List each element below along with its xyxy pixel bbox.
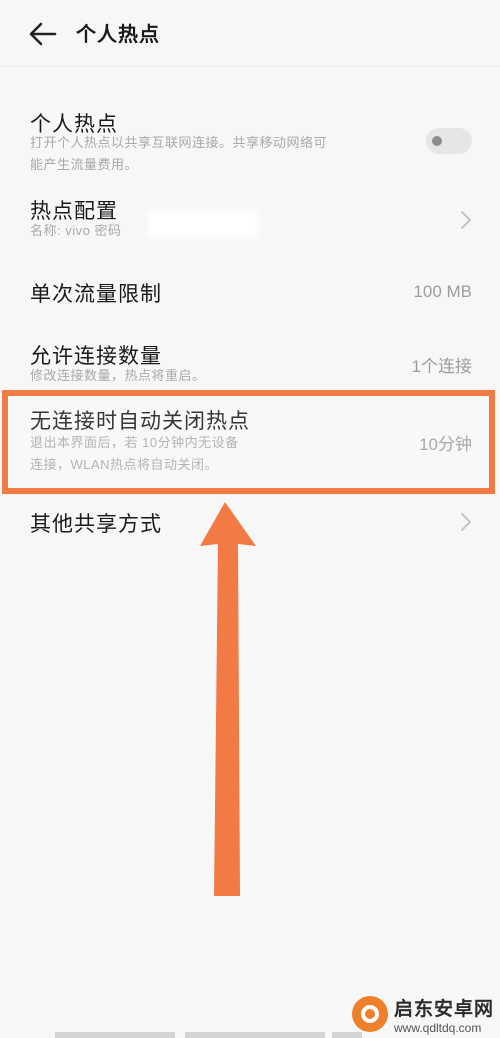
redacted-password	[148, 210, 258, 238]
data-limit-row[interactable]: 单次流量限制 100 MB	[0, 270, 500, 314]
page-title: 个人热点	[76, 24, 160, 46]
row-title: 其他共享方式	[30, 513, 162, 536]
hotspot-toggle-row[interactable]: 个人热点 打开个人热点以共享互联网连接。共享移动网络可 能产生流量费用。	[0, 100, 500, 180]
bottom-indicator	[185, 1032, 325, 1038]
highlight-box	[2, 390, 495, 494]
row-value: 1个连接	[411, 357, 472, 376]
row-subtitle: 打开个人热点以共享互联网连接。共享移动网络可	[30, 135, 328, 150]
row-subtitle: 名称: vivo 密码	[30, 223, 122, 238]
chevron-right-icon	[461, 513, 471, 531]
bottom-indicator	[55, 1032, 175, 1038]
hotspot-toggle-switch[interactable]	[426, 128, 472, 154]
row-value: 100 MB	[413, 282, 472, 301]
annotation-arrow	[200, 502, 256, 896]
chevron-right-icon	[461, 211, 471, 229]
row-title: 单次流量限制	[30, 283, 162, 306]
watermark-url: www.qdltdq.com	[393, 1020, 482, 1035]
toggle-knob	[432, 136, 442, 146]
watermark-logo-icon	[351, 996, 388, 1032]
connection-count-row[interactable]: 允许连接数量 修改连接数量，热点将重启。 1个连接	[0, 335, 500, 390]
top-app-bar: 个人热点	[0, 0, 500, 67]
watermark: 启东安卓网 www.qdltdq.com	[351, 994, 494, 1035]
row-subtitle: 能产生流量费用。	[30, 157, 139, 172]
watermark-name: 启东安卓网	[393, 998, 494, 1020]
watermark-text: 启东安卓网 www.qdltdq.com	[394, 994, 494, 1035]
row-subtitle: 修改连接数量，热点将重启。	[30, 368, 206, 383]
back-arrow-icon[interactable]	[28, 20, 58, 48]
